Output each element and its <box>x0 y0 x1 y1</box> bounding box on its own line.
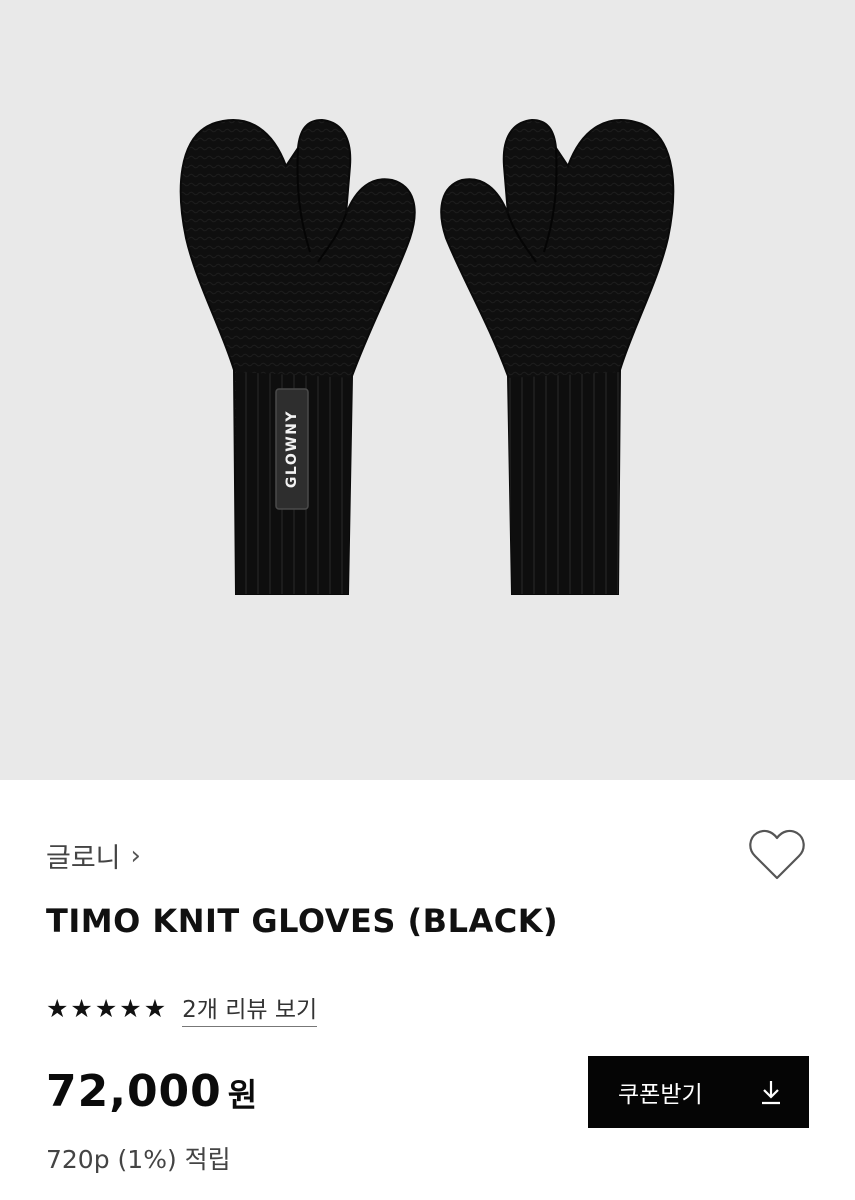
product-title: TIMO KNIT GLOVES (BLACK) <box>46 902 559 940</box>
product-info: 글로니 › TIMO KNIT GLOVES (BLACK) ★ ★ ★ ★ ★… <box>0 780 855 1200</box>
wishlist-button[interactable] <box>748 828 806 884</box>
reward-points: 720p (1%) 적립 <box>46 1145 231 1174</box>
star-icon: ★ <box>46 994 69 1023</box>
coupon-button-label: 쿠폰받기 <box>618 1082 703 1108</box>
download-icon <box>762 1081 780 1105</box>
price-amount: 72,000 <box>46 1066 222 1117</box>
price: 72,000 원 <box>46 1066 257 1117</box>
product-image: GLOWNY <box>0 0 855 780</box>
product-page: GLOWNY 글로니 › TIMO KNIT GLOVES (BLACK) ★ <box>0 0 855 1200</box>
review-link[interactable]: 2개 리뷰 보기 <box>182 990 318 1027</box>
chevron-right-icon: › <box>130 840 141 871</box>
price-unit: 원 <box>227 1076 258 1114</box>
rating-row: ★ ★ ★ ★ ★ 2개 리뷰 보기 <box>46 990 318 1027</box>
star-icon: ★ <box>119 994 142 1023</box>
star-icon: ★ <box>70 994 93 1023</box>
left-glove: GLOWNY <box>179 118 416 595</box>
right-glove <box>440 118 675 595</box>
gloves-illustration: GLOWNY <box>179 118 675 595</box>
brand-tag-text: GLOWNY <box>284 410 300 488</box>
coupon-download-button[interactable]: 쿠폰받기 <box>588 1056 809 1128</box>
brand-name: 글로니 <box>46 843 121 874</box>
star-icon: ★ <box>143 994 167 1023</box>
star-rating: ★ ★ ★ ★ ★ <box>46 996 166 1021</box>
star-icon: ★ <box>94 994 118 1023</box>
heart-outline-icon <box>749 829 805 880</box>
brand-link[interactable]: 글로니 › <box>46 836 141 875</box>
